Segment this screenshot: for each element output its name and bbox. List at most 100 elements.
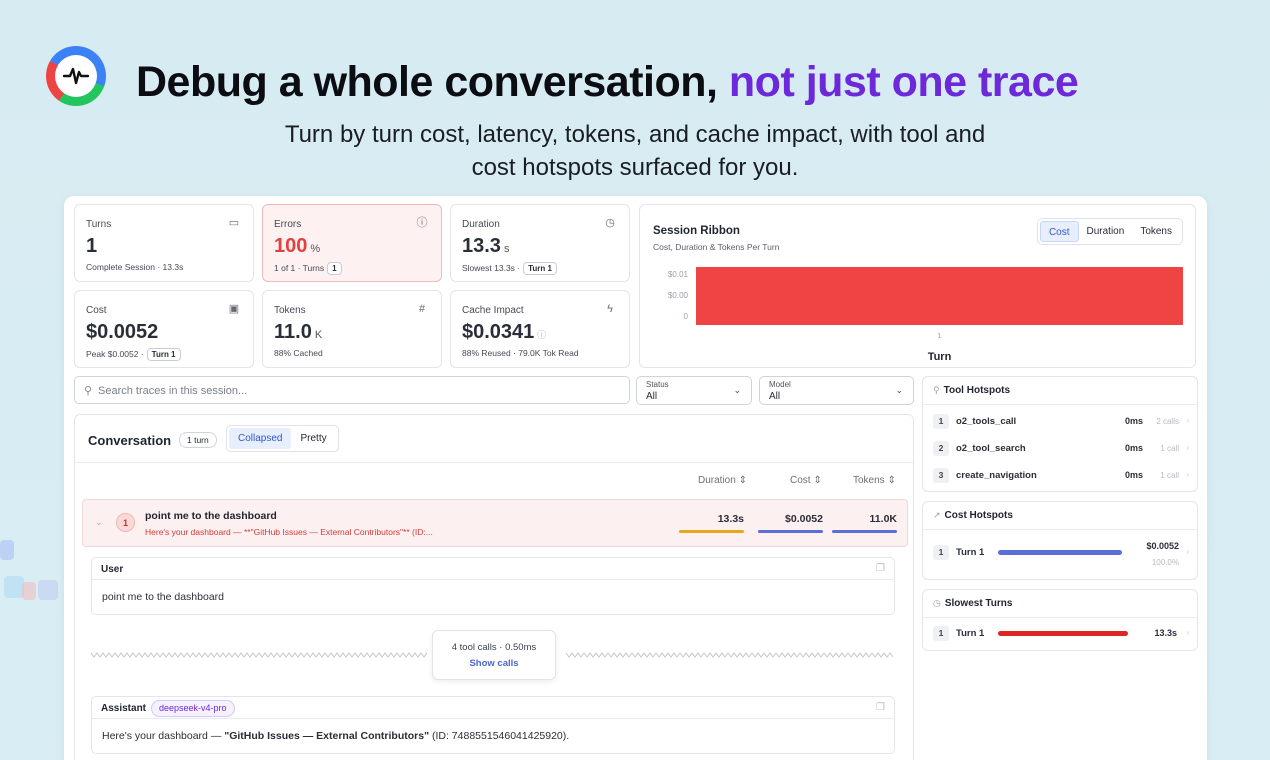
info-icon: ⓘ	[537, 330, 547, 340]
duration-column-header[interactable]: Duration ⇕	[698, 475, 747, 486]
hero-title-accent: not just one trace	[728, 58, 1079, 106]
alert-icon: ⓘ	[416, 217, 428, 229]
tab-pretty[interactable]: Pretty	[291, 428, 335, 449]
cost-hotspot-bar	[998, 550, 1122, 555]
tokens-bar	[832, 530, 897, 533]
search-icon: ⚲	[84, 385, 93, 397]
turn-tokens: 11.0K	[869, 513, 897, 525]
search-placeholder: Search traces in this session...	[98, 385, 248, 397]
cache-card: Cache Impact ϟ $0.0341 ⓘ 88% Reused · 79.…	[450, 290, 630, 368]
turn-question: point me to the dashboard	[145, 510, 277, 522]
wrench-icon: ⚲	[933, 385, 940, 395]
hero-subtitle: Turn by turn cost, latency, tokens, and …	[284, 121, 986, 181]
chevron-down-icon[interactable]: ⌄	[95, 517, 103, 528]
cost-hotspot-share: 100.0%	[1151, 558, 1179, 567]
tokens-value: 11.0 K	[274, 321, 323, 343]
chevron-right-icon: ›	[1186, 628, 1189, 637]
app-logo	[46, 46, 106, 106]
cost-card: Cost ▣ $0.0052 Peak $0.0052 · Turn 1	[74, 290, 254, 368]
cost-hotspots-title: ↗ Cost Hotspots	[933, 510, 1013, 521]
x-tick-label: 1	[938, 333, 942, 340]
ribbon-chart: $0.01 $0.00 0 1 Turn	[668, 267, 1183, 363]
y-tick-label: $0.01	[668, 270, 689, 279]
model-select[interactable]: Model All ⌄	[759, 376, 914, 405]
cache-label: Cache Impact	[462, 305, 524, 316]
duration-value: 13.3 s	[462, 235, 510, 257]
duration-pill[interactable]: Turn 1	[523, 262, 557, 275]
turn-duration: 13.3s	[717, 513, 744, 525]
cache-sub: 88% Reused · 79.0K Tok Read	[462, 348, 579, 358]
user-message-text: point me to the dashboard	[102, 591, 225, 603]
bolt-icon: ϟ	[607, 303, 613, 315]
tab-duration[interactable]: Duration	[1079, 221, 1133, 242]
tool-hotspot-item[interactable]: 3 create_navigation 0ms 1 call ›	[933, 468, 1189, 484]
assistant-message-text: Here's your dashboard — "GitHub Issues —…	[102, 730, 570, 742]
tool-calls-summary: 4 tool calls · 0.50ms	[451, 642, 537, 653]
slowest-turn-bar	[998, 631, 1128, 636]
clock-icon: ◷	[933, 598, 941, 608]
chevron-down-icon: ⌄	[895, 385, 903, 395]
ribbon-title: Session Ribbon	[653, 225, 740, 237]
conversation-panel: Conversation 1 turn Collapsed Pretty Dur…	[74, 414, 914, 760]
pulse-icon	[55, 55, 97, 97]
tokens-card: Tokens # 11.0 K 88% Cached	[262, 290, 442, 368]
view-mode-tabs: Collapsed Pretty	[226, 425, 339, 452]
tool-hotspot-item[interactable]: 1 o2_tools_call 0ms 2 calls ›	[933, 414, 1189, 430]
y-tick-label: 0	[684, 312, 689, 321]
hero-title: Debug a whole conversation, not just one…	[136, 58, 1079, 106]
errors-value: 100%	[274, 235, 321, 257]
errors-card: Errors ⓘ 100% 1 of 1 · Turns 1	[262, 204, 442, 282]
turn-answer-preview: Here's your dashboard — **"GitHub Issues…	[145, 527, 433, 537]
model-select-label: Model	[769, 380, 791, 389]
assistant-message-label: Assistant	[101, 703, 147, 714]
slowest-turn-item[interactable]: 1 Turn 1 13.3s ›	[933, 626, 1189, 642]
tokens-column-header[interactable]: Tokens ⇕	[853, 475, 896, 486]
status-select-value: All	[646, 391, 658, 402]
tool-hotspot-item[interactable]: 2 o2_tool_search 0ms 1 call ›	[933, 441, 1189, 457]
copy-icon[interactable]: ❐	[876, 563, 885, 574]
cost-column-header[interactable]: Cost ⇕	[790, 475, 822, 486]
tokens-label: Tokens	[274, 305, 306, 316]
tool-hotspots-title: ⚲ Tool Hotspots	[933, 385, 1011, 396]
status-select[interactable]: Status All ⌄	[636, 376, 752, 405]
money-icon: ▣	[228, 303, 240, 315]
cost-label: Cost	[86, 305, 107, 316]
x-axis-label: Turn	[928, 351, 952, 363]
cost-hotspot-value: $0.0052	[1146, 541, 1179, 551]
clock-icon: ◷	[605, 217, 615, 229]
duration-card: Duration ◷ 13.3 s Slowest 13.3s · Turn 1	[450, 204, 630, 282]
errors-label: Errors	[274, 219, 302, 230]
turns-sub: Complete Session · 13.3s	[86, 262, 184, 272]
chart-bar[interactable]	[696, 267, 1183, 325]
copy-icon[interactable]: ❐	[876, 702, 885, 713]
wave-divider-left	[91, 652, 427, 658]
errors-pill: 1	[327, 262, 342, 275]
dashboard-panel: Turns ▭ 1 Complete Session · 13.3s Error…	[64, 196, 1207, 760]
cost-pill[interactable]: Turn 1	[146, 348, 181, 361]
model-select-value: All	[769, 391, 781, 402]
user-message-label: User	[101, 564, 124, 575]
slowest-turn-value: 13.3s	[1154, 628, 1177, 638]
turn-row[interactable]: ⌄ 1 point me to the dashboard Here's you…	[82, 499, 908, 547]
turns-value: 1	[86, 235, 98, 257]
hash-icon: #	[418, 303, 426, 315]
y-tick-label: $0.00	[668, 291, 689, 300]
tool-calls-box: 4 tool calls · 0.50ms Show calls	[432, 630, 556, 680]
wave-divider-right	[566, 652, 894, 658]
trend-icon: ↗	[933, 510, 941, 520]
chevron-right-icon: ›	[1186, 547, 1189, 556]
tab-cost[interactable]: Cost	[1039, 221, 1079, 242]
tokens-sub: 88% Cached	[274, 348, 323, 358]
duration-label: Duration	[462, 219, 500, 230]
chevron-right-icon: ›	[1186, 416, 1189, 425]
search-input[interactable]: ⚲ Search traces in this session...	[74, 376, 630, 404]
chat-icon: ▭	[228, 217, 240, 229]
cost-hotspots-card: ↗ Cost Hotspots 1 Turn 1 › $0.0052 100.0%	[922, 501, 1198, 580]
tab-tokens[interactable]: Tokens	[1132, 221, 1180, 242]
cost-bar	[758, 530, 823, 533]
tab-collapsed[interactable]: Collapsed	[229, 428, 292, 449]
ribbon-subtitle: Cost, Duration & Tokens Per Turn	[653, 242, 780, 252]
slowest-turns-title: ◷ Slowest Turns	[933, 598, 1013, 609]
turn-cost: $0.0052	[785, 513, 823, 525]
show-calls-button[interactable]: Show calls	[433, 658, 555, 669]
